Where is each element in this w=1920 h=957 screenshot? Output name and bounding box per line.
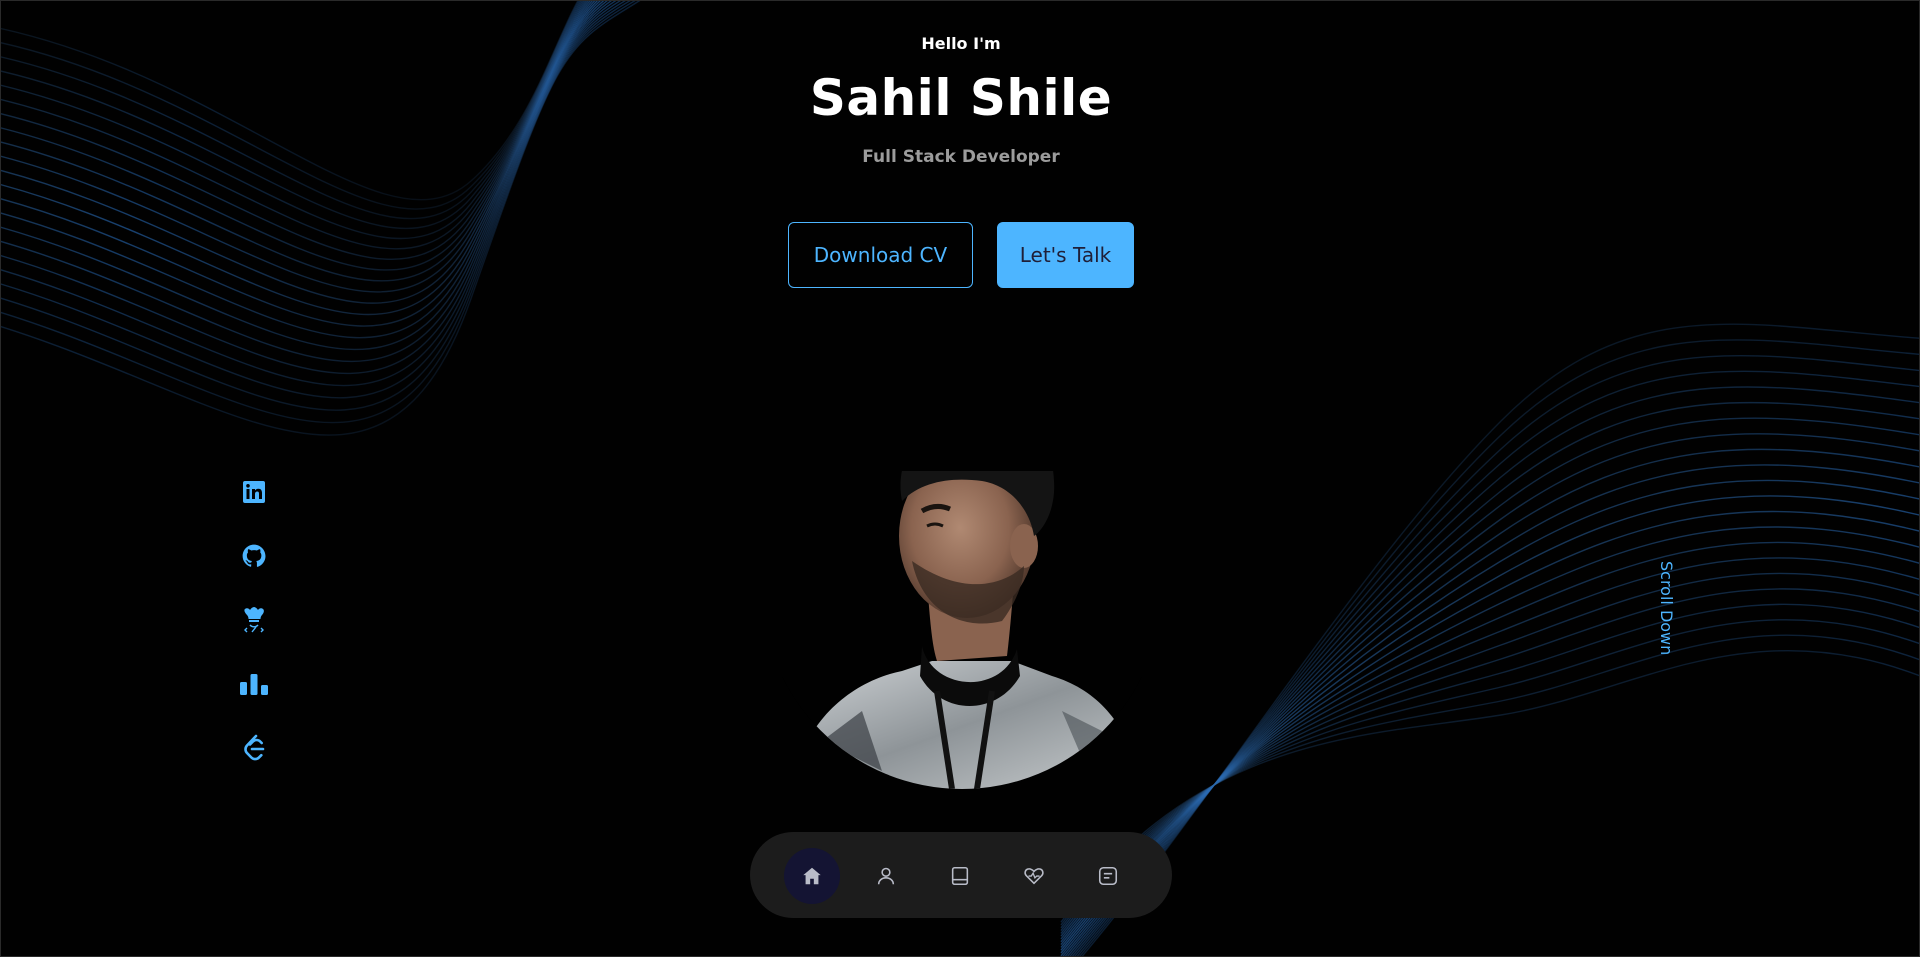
bar-chart-icon: [240, 674, 268, 695]
greeting-text: Hello I'm: [921, 34, 1001, 53]
profile-photo: [782, 471, 1142, 789]
user-icon: [877, 867, 895, 885]
lets-talk-button[interactable]: Let's Talk: [997, 222, 1134, 288]
nav-experience[interactable]: [932, 848, 988, 904]
codechef-link[interactable]: [237, 603, 271, 637]
download-cv-button[interactable]: Download CV: [788, 222, 973, 288]
github-link[interactable]: [237, 539, 271, 573]
page-title: Sahil Shile: [809, 69, 1113, 127]
role-subtitle: Full Stack Developer: [862, 147, 1060, 167]
nav-services[interactable]: [1006, 848, 1062, 904]
nav-home[interactable]: [784, 848, 840, 904]
scroll-down-link[interactable]: Scroll Down: [1657, 561, 1676, 655]
leetcode-link[interactable]: [237, 731, 271, 765]
linkedin-link[interactable]: [237, 475, 271, 509]
portrait-image: [782, 471, 1142, 789]
github-icon: [242, 544, 266, 567]
message-icon: [1098, 866, 1118, 886]
services-icon: [1024, 868, 1044, 885]
bottom-nav: [750, 832, 1172, 918]
nav-contact[interactable]: [1080, 848, 1136, 904]
codechef-icon: [244, 607, 264, 633]
home-icon: [803, 867, 821, 885]
book-icon: [951, 866, 969, 886]
page: Hello I'm Sahil Shile Full Stack Develop…: [0, 0, 1920, 957]
leetcode-icon: [244, 734, 265, 761]
stats-link[interactable]: [237, 667, 271, 701]
nav-about[interactable]: [858, 848, 914, 904]
linkedin-icon: [243, 481, 265, 503]
